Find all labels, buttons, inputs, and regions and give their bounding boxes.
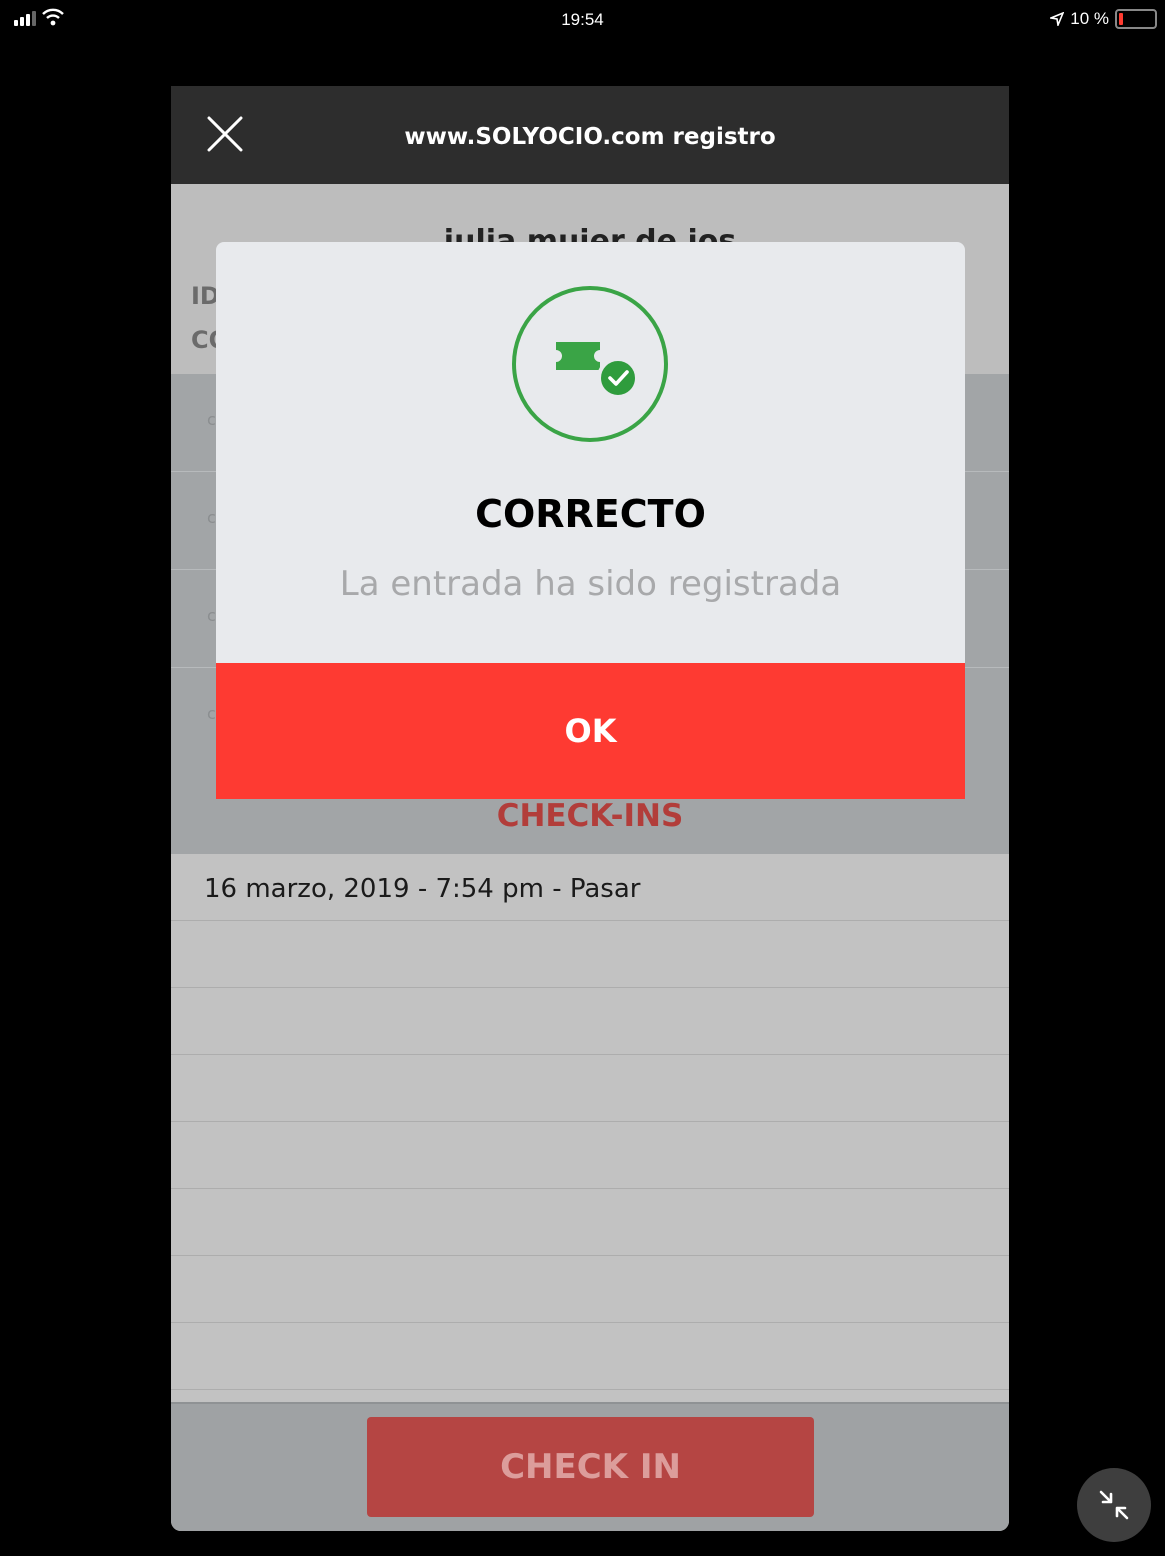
check-in-button[interactable]: CHECK IN	[367, 1417, 814, 1517]
battery-percent: 10 %	[1070, 9, 1109, 28]
checkins-list: 16 marzo, 2019 - 7:54 pm - Pasar	[171, 854, 1009, 1390]
list-item	[171, 988, 1009, 1055]
list-item	[171, 921, 1009, 988]
dialog-message: La entrada ha sido registrada	[339, 564, 842, 604]
minimize-arrows-icon	[1099, 1490, 1129, 1520]
list-item	[171, 1256, 1009, 1323]
nav-title: www.SOLYOCIO.com registro	[404, 124, 776, 150]
battery-icon	[1115, 9, 1157, 29]
ok-button[interactable]: OK	[216, 663, 965, 799]
nav-bar: www.SOLYOCIO.com registro	[171, 86, 1009, 184]
success-dialog: CORRECTO La entrada ha sido registrada O…	[216, 242, 965, 799]
checkin-entry: 16 marzo, 2019 - 7:54 pm - Pasar	[204, 874, 641, 904]
list-item	[171, 1055, 1009, 1122]
status-bar: 19:54 10 %	[0, 0, 1165, 40]
location-arrow-icon	[1050, 12, 1065, 26]
list-item: 16 marzo, 2019 - 7:54 pm - Pasar	[171, 854, 1009, 921]
list-item	[171, 1122, 1009, 1189]
status-right: 10 %	[1050, 9, 1157, 29]
ticket-check-icon	[556, 342, 639, 399]
list-item	[171, 1189, 1009, 1256]
status-time: 19:54	[561, 10, 604, 29]
success-ring	[512, 286, 668, 442]
list-item	[171, 1323, 1009, 1390]
checkins-title: CHECK-INS	[496, 798, 684, 834]
dialog-title: CORRECTO	[475, 492, 706, 536]
minimize-button[interactable]	[1077, 1468, 1151, 1542]
